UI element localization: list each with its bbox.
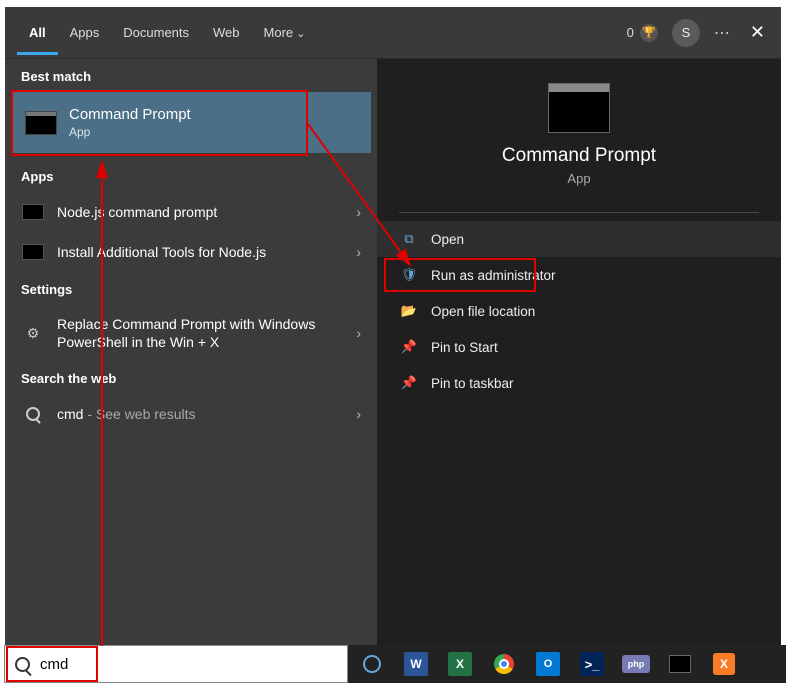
folder-icon: 📂: [401, 303, 417, 319]
tab-all[interactable]: All: [17, 11, 58, 55]
action-run-admin[interactable]: 🛡 Run as administrator: [377, 257, 781, 293]
taskbar-cortana[interactable]: [352, 648, 392, 680]
taskbar-terminal[interactable]: [660, 648, 700, 680]
shield-icon: 🛡: [401, 267, 417, 283]
search-input[interactable]: [40, 656, 337, 673]
search-bar[interactable]: [4, 645, 348, 683]
section-best-match: Best match: [5, 59, 377, 92]
chevron-right-icon: ›: [356, 325, 361, 341]
result-app-nodejs-tools[interactable]: Install Additional Tools for Node.js ›: [5, 232, 377, 272]
action-label: Run as administrator: [431, 268, 556, 283]
cmd-icon: [25, 111, 57, 135]
tab-web[interactable]: Web: [201, 11, 252, 55]
search-icon: [26, 407, 40, 421]
taskbar-chrome[interactable]: [484, 648, 524, 680]
list-item-label: cmd - See web results: [57, 406, 344, 422]
app-hero-title: Command Prompt: [377, 145, 781, 167]
taskbar-excel[interactable]: X: [440, 648, 480, 680]
excel-icon: X: [448, 652, 472, 676]
best-match-title: Command Prompt: [69, 106, 191, 123]
search-icon: [15, 657, 30, 672]
action-label: Open: [431, 232, 464, 247]
taskbar-powershell[interactable]: >_: [572, 648, 612, 680]
taskbar-word[interactable]: W: [396, 648, 436, 680]
cortana-icon: [363, 655, 381, 673]
section-search-web: Search the web: [5, 361, 377, 394]
rewards-count: 0: [627, 25, 634, 40]
action-open[interactable]: ⧉ Open: [377, 221, 781, 257]
result-setting-replace-cmd[interactable]: ⚙ Replace Command Prompt with Windows Po…: [5, 305, 377, 361]
rewards-indicator[interactable]: 0 🏆: [627, 24, 658, 42]
xampp-icon: X: [713, 653, 735, 675]
pin-icon: 📌: [401, 375, 417, 391]
result-web-cmd[interactable]: cmd - See web results ›: [5, 394, 377, 434]
action-pin-taskbar[interactable]: 📌 Pin to taskbar: [377, 365, 781, 401]
taskbar-xampp[interactable]: X: [704, 648, 744, 680]
chevron-right-icon: ›: [356, 406, 361, 422]
tab-documents[interactable]: Documents: [111, 11, 201, 55]
result-app-nodejs-cmd[interactable]: Node.js command prompt ›: [5, 192, 377, 232]
terminal-icon: [669, 655, 691, 673]
action-pin-start[interactable]: 📌 Pin to Start: [377, 329, 781, 365]
user-avatar[interactable]: S: [672, 19, 700, 47]
section-settings: Settings: [5, 272, 377, 305]
action-open-location[interactable]: 📂 Open file location: [377, 293, 781, 329]
gear-icon: ⚙: [21, 325, 45, 342]
action-label: Pin to Start: [431, 340, 498, 355]
chrome-icon: [494, 654, 514, 674]
close-icon[interactable]: ✕: [746, 18, 769, 47]
tab-apps[interactable]: Apps: [58, 11, 112, 55]
taskbar-outlook[interactable]: O: [528, 648, 568, 680]
open-icon: ⧉: [401, 231, 417, 247]
outlook-icon: O: [536, 652, 560, 676]
best-match-subtitle: App: [69, 125, 191, 139]
trophy-icon: 🏆: [640, 24, 658, 42]
chevron-right-icon: ›: [356, 244, 361, 260]
pin-icon: 📌: [401, 339, 417, 355]
list-item-label: Replace Command Prompt with Windows Powe…: [57, 315, 344, 351]
php-icon: php: [622, 655, 650, 673]
divider: [399, 212, 759, 213]
word-icon: W: [404, 652, 428, 676]
taskbar: W X O >_ php X: [348, 645, 786, 683]
section-apps: Apps: [5, 159, 377, 192]
tab-more[interactable]: More: [252, 11, 318, 55]
chevron-right-icon: ›: [356, 204, 361, 220]
app-hero-icon: [548, 83, 610, 133]
action-label: Pin to taskbar: [431, 376, 514, 391]
cmd-icon: [22, 244, 44, 260]
app-hero-subtitle: App: [377, 171, 781, 186]
more-options-icon[interactable]: ⋯: [714, 23, 732, 43]
list-item-label: Node.js command prompt: [57, 204, 344, 220]
powershell-icon: >_: [580, 652, 604, 676]
cmd-icon: [22, 204, 44, 220]
action-label: Open file location: [431, 304, 535, 319]
result-best-match[interactable]: Command Prompt App: [11, 92, 371, 153]
taskbar-php[interactable]: php: [616, 648, 656, 680]
list-item-label: Install Additional Tools for Node.js: [57, 244, 344, 260]
